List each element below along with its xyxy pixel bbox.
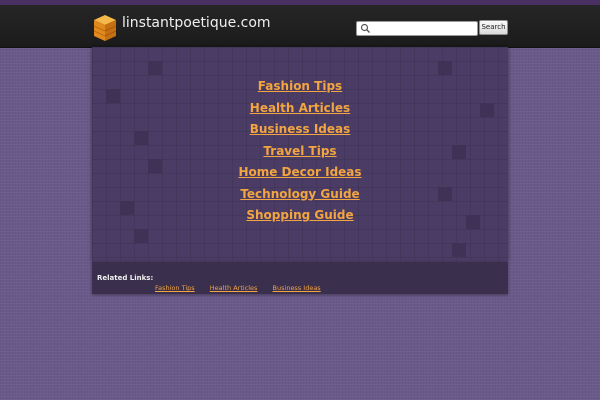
- search-button[interactable]: Search: [479, 20, 508, 35]
- list-item: Home Decor Ideas: [92, 160, 508, 182]
- link-travel-tips[interactable]: Travel Tips: [263, 144, 336, 158]
- list-item: Business Ideas: [92, 117, 508, 139]
- related-link-health-articles[interactable]: Health Articles: [210, 284, 258, 292]
- related-links-bar: Related Links: Fashion Tips Health Artic…: [92, 262, 508, 294]
- main-links-list: Fashion Tips Health Articles Business Id…: [92, 74, 508, 225]
- logo-icon[interactable]: [93, 14, 117, 42]
- link-shopping-guide[interactable]: Shopping Guide: [246, 208, 353, 222]
- list-item: Shopping Guide: [92, 203, 508, 225]
- search-input[interactable]: [372, 22, 474, 35]
- related-link-fashion-tips[interactable]: Fashion Tips: [155, 284, 195, 292]
- header-bar: linstantpoetique.com Search: [0, 5, 600, 48]
- list-item: Travel Tips: [92, 139, 508, 161]
- related-links-label: Related Links:: [97, 274, 154, 282]
- list-item: Health Articles: [210, 275, 258, 294]
- link-health-articles[interactable]: Health Articles: [250, 101, 350, 115]
- list-item: Business Ideas: [273, 275, 321, 294]
- list-item: Fashion Tips: [155, 275, 195, 294]
- related-link-business-ideas[interactable]: Business Ideas: [273, 284, 321, 292]
- link-technology-guide[interactable]: Technology Guide: [240, 187, 359, 201]
- site-title[interactable]: linstantpoetique.com: [122, 15, 271, 31]
- search-box[interactable]: [356, 21, 478, 36]
- list-item: Health Articles: [92, 96, 508, 118]
- list-item: Technology Guide: [92, 182, 508, 204]
- related-links-list: Fashion Tips Health Articles Business Id…: [155, 275, 331, 294]
- search-icon: [360, 23, 370, 33]
- link-home-decor-ideas[interactable]: Home Decor Ideas: [238, 165, 361, 179]
- link-fashion-tips[interactable]: Fashion Tips: [258, 79, 342, 93]
- list-item: Fashion Tips: [92, 74, 508, 96]
- link-business-ideas[interactable]: Business Ideas: [250, 122, 351, 136]
